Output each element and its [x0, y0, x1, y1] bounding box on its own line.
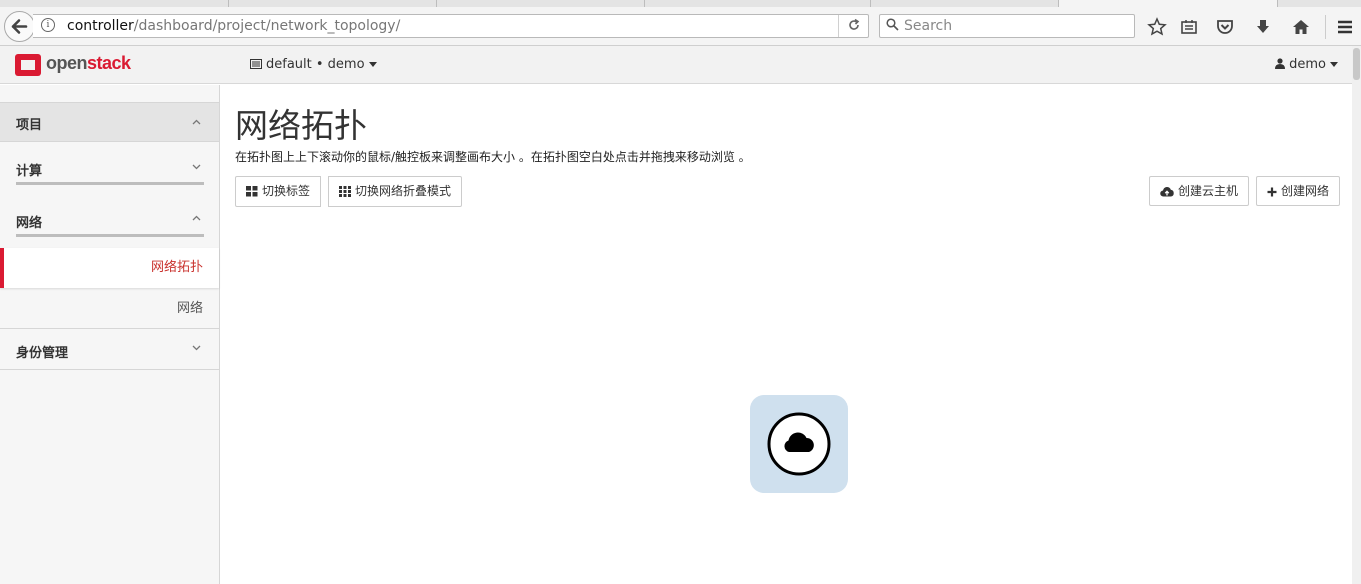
user-menu-label: demo	[1289, 57, 1326, 72]
chevron-down-icon	[192, 164, 201, 170]
sidebar-item-label: 网络	[176, 301, 203, 316]
toggle-network-collapse-button[interactable]: 切换网络折叠模式	[328, 176, 463, 207]
back-button[interactable]	[4, 11, 35, 42]
search-icon	[886, 18, 899, 31]
reload-button[interactable]	[838, 15, 868, 37]
reading-list-icon[interactable]	[1179, 17, 1199, 37]
user-menu[interactable]: demo	[1275, 57, 1338, 72]
sidebar-section-label: 身份管理	[16, 346, 69, 361]
bookmark-star-icon[interactable]	[1147, 17, 1167, 37]
page-title: 网络拓扑	[235, 106, 367, 145]
th-icon	[339, 186, 351, 197]
openstack-topbar: openstack default • demo demo	[0, 46, 1352, 84]
main-content: 网络拓扑 在拓扑图上上下滚动你的鼠标/触控板来调整画布大小 。在拓扑图空白处点击…	[221, 85, 1352, 584]
toggle-labels-label: 切换标签	[262, 184, 311, 198]
section-underline	[16, 182, 204, 185]
browser-search-box[interactable]: Search	[879, 14, 1135, 38]
reload-icon	[848, 18, 859, 30]
create-network-button[interactable]: 创建网络	[1256, 176, 1341, 206]
chevron-down-icon	[192, 345, 201, 351]
chevron-up-icon	[192, 119, 201, 125]
vertical-scrollbar[interactable]	[1352, 46, 1361, 584]
sidebar-item-network-topology[interactable]: 网络拓扑	[0, 248, 219, 288]
info-icon[interactable]: i	[41, 18, 55, 32]
section-underline	[16, 234, 204, 237]
download-icon[interactable]	[1253, 17, 1273, 37]
project-list-icon	[250, 59, 262, 69]
cloud-icon	[767, 412, 831, 476]
project-selector[interactable]: default • demo	[250, 57, 377, 72]
url-host: controller	[67, 18, 134, 34]
wordmark-open: open	[46, 53, 88, 73]
toolbar-separator	[1325, 15, 1326, 39]
sidebar-section-label: 项目	[16, 118, 43, 133]
wordmark-stack: stack	[87, 53, 131, 73]
search-placeholder: Search	[904, 18, 953, 34]
chevron-down-icon	[368, 62, 377, 67]
sidebar-nav: 项目 计算 网络 网络拓扑 网络 身份管理	[0, 85, 220, 584]
back-arrow-icon	[11, 19, 28, 34]
toggle-labels-button[interactable]: 切换标签	[235, 176, 322, 207]
home-icon[interactable]	[1291, 17, 1311, 37]
chevron-down-icon	[1330, 62, 1338, 67]
sidebar-section-label: 计算	[16, 164, 43, 179]
page-description: 在拓扑图上上下滚动你的鼠标/触控板来调整画布大小 。在拓扑图空白处点击并拖拽来移…	[235, 150, 751, 164]
create-instance-label: 创建云主机	[1178, 184, 1239, 198]
url-text: controller/dashboard/project/network_top…	[67, 18, 400, 34]
hamburger-menu-icon[interactable]	[1335, 17, 1355, 37]
sidebar-section-label: 网络	[16, 216, 43, 231]
th-large-icon	[246, 186, 258, 197]
user-icon	[1275, 58, 1286, 69]
toggle-collapse-label: 切换网络折叠模式	[355, 184, 452, 198]
sidebar-section-identity[interactable]: 身份管理	[0, 330, 219, 370]
plus-icon	[1267, 187, 1277, 197]
url-bar[interactable]: i controller/dashboard/project/network_t…	[33, 14, 869, 38]
sidebar-section-project[interactable]: 项目	[0, 102, 219, 142]
url-path: /dashboard/project/network_topology/	[133, 18, 401, 34]
openstack-wordmark[interactable]: openstack	[46, 53, 131, 74]
cloud-upload-icon	[1160, 186, 1174, 197]
scrollbar-thumb[interactable]	[1353, 48, 1360, 80]
browser-toolbar: i controller/dashboard/project/network_t…	[0, 7, 1361, 46]
sidebar-item-label: 网络拓扑	[150, 260, 203, 275]
openstack-logo-icon[interactable]	[15, 54, 41, 76]
sidebar-item-networks[interactable]: 网络	[0, 289, 219, 329]
pocket-icon[interactable]	[1215, 17, 1235, 37]
project-selector-label: default • demo	[266, 57, 365, 72]
create-network-label: 创建网络	[1281, 184, 1330, 198]
chevron-up-icon	[192, 215, 201, 221]
create-instance-button[interactable]: 创建云主机	[1149, 176, 1250, 206]
external-network-node[interactable]	[750, 395, 848, 493]
